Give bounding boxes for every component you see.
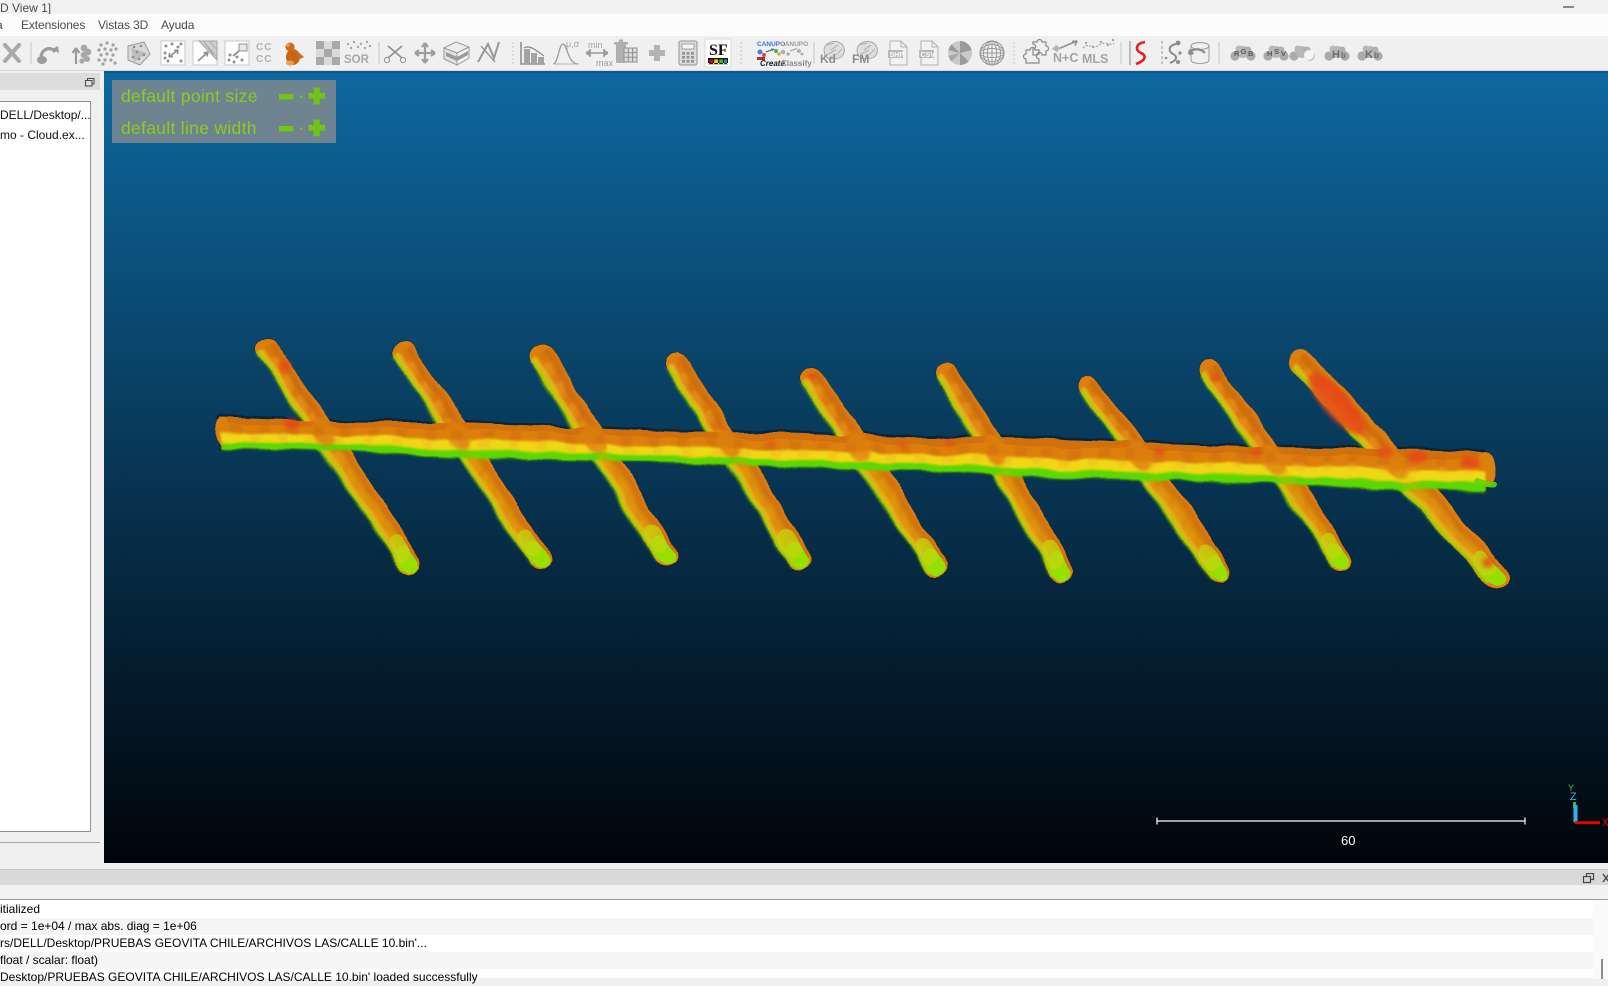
svg-text:H: H xyxy=(1267,49,1272,58)
svg-text:K: K xyxy=(1365,49,1373,61)
svg-text:CSV: CSV xyxy=(921,52,936,59)
svg-text:CC: CC xyxy=(256,42,272,53)
svg-text:V: V xyxy=(1281,49,1286,58)
svg-text:Classify: Classify xyxy=(781,59,812,68)
svg-text:60: 60 xyxy=(1341,833,1355,848)
svg-text:min: min xyxy=(588,40,603,50)
svg-text:X: X xyxy=(1602,818,1608,830)
svg-text:SF: SF xyxy=(709,42,728,59)
svg-text:Kd: Kd xyxy=(820,52,836,66)
svg-text:B: B xyxy=(1248,49,1254,58)
svg-text:b: b xyxy=(1341,51,1346,60)
svg-text:b: b xyxy=(1374,51,1379,60)
svg-text:G: G xyxy=(1241,47,1247,56)
svg-text:FM: FM xyxy=(852,52,869,66)
svg-text:SOR: SOR xyxy=(344,54,370,66)
svg-text:N+C: N+C xyxy=(1053,51,1078,65)
svg-text:MLS: MLS xyxy=(1082,52,1108,66)
svg-text:SHP: SHP xyxy=(890,52,905,59)
svg-text:max: max xyxy=(596,58,614,68)
svg-text:CC: CC xyxy=(256,54,272,65)
svg-text:R: R xyxy=(1234,49,1240,58)
svg-text:CANUPO: CANUPO xyxy=(780,41,808,48)
svg-text:H: H xyxy=(1332,49,1340,61)
svg-text:S: S xyxy=(1274,47,1279,56)
svg-text:μ,σ: μ,σ xyxy=(566,39,580,49)
